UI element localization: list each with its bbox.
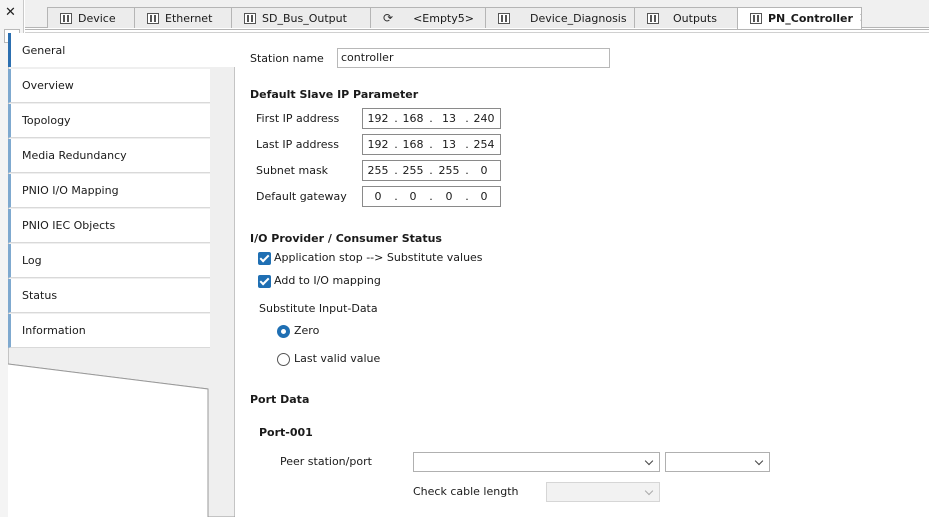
first-ip-field[interactable]: 192 . 168 . 13 . 240 [362,108,501,129]
ip-dot: . [394,190,398,203]
tab-pn-controller[interactable]: PN_Controller ✕ [737,7,862,29]
add-mapping-label: Add to I/O mapping [274,274,381,287]
nav-item-label: General [22,43,66,57]
gateway-label: Default gateway [256,190,347,203]
device-icon [147,12,159,24]
substitute-input-label: Substitute Input-Data [259,302,378,315]
ip-dot: . [429,138,433,151]
ip-dot: . [429,164,433,177]
subnet-field[interactable]: 255 . 255 . 255 . 0 [362,160,501,181]
app-stop-checkbox[interactable] [258,252,271,265]
station-name-label: Station name [250,52,324,65]
nav-item-label: Log [22,254,42,267]
nav-item-label: PNIO I/O Mapping [22,184,119,197]
ip-dot: . [465,138,469,151]
peer-port-select[interactable] [665,452,770,472]
ip-octet: 240 [473,112,495,125]
device-icon [498,12,510,24]
ip-dot: . [429,190,433,203]
add-mapping-checkbox[interactable] [258,275,271,288]
tab-label: Outputs [673,11,717,25]
tab-label: Device [78,11,116,25]
nav-item-label: Topology [22,114,71,127]
radio-zero-label: Zero [294,324,320,337]
port-name: Port-001 [259,426,313,439]
gateway-field[interactable]: 0 . 0 . 0 . 0 [362,186,501,207]
nav-item-label: Information [22,324,86,337]
radio-last-valid-label: Last valid value [294,352,381,365]
io-section-title: I/O Provider / Consumer Status [250,232,442,245]
nav-item-topology[interactable]: Topology [8,104,210,138]
ip-octet: 0 [374,190,382,203]
ip-octet: 168 [402,138,424,151]
device-icon [60,12,72,24]
peer-station-select[interactable] [413,452,660,472]
nav-item-pnio-iec-objects[interactable]: PNIO IEC Objects [8,209,210,243]
bus-icon [244,12,256,24]
ip-octet: 254 [473,138,495,151]
slot-icon: ⟳ [383,11,394,25]
ip-octet: 0 [409,190,417,203]
ip-dot: . [429,112,433,125]
app-stop-label: Application stop --> Substitute values [274,251,483,264]
radio-last-valid[interactable] [277,353,290,366]
bus-icon [647,12,659,24]
ip-octet: 0 [480,164,488,177]
nav-item-information[interactable]: Information [8,314,210,348]
nav-item-status[interactable]: Status [8,279,210,313]
ip-octet: 255 [367,164,389,177]
nav-item-general[interactable]: General [8,33,235,67]
nav-item-label: Status [22,289,58,302]
ip-octet: 0 [480,190,488,203]
ip-dot: . [394,138,398,151]
ip-octet: 255 [402,164,424,177]
ip-dot: . [394,164,398,177]
station-name-input[interactable]: controller [337,48,610,68]
port-section-title: Port Data [250,393,310,406]
tab-sd-bus-output[interactable]: SD_Bus_Output [231,7,381,28]
cable-length-label: Check cable length [413,485,519,498]
ip-octet: 13 [442,138,456,151]
config-side-nav: General Overview Topology Media Redundan… [8,33,235,517]
ip-octet: 192 [367,112,389,125]
tab-empty5[interactable]: ⟳ <Empty5> [370,7,503,28]
tab-label: PN_Controller [768,12,853,25]
tab-label: SD_Bus_Output [262,11,347,25]
last-ip-field[interactable]: 192 . 168 . 13 . 254 [362,134,501,155]
last-ip-label: Last IP address [256,138,339,151]
ip-section-title: Default Slave IP Parameter [250,88,419,101]
nav-item-overview[interactable]: Overview [8,69,210,103]
ip-octet: 192 [367,138,389,151]
ip-octet: 0 [445,190,453,203]
peer-station-label: Peer station/port [280,455,372,468]
nav-item-label: Media Redundancy [22,149,127,162]
cable-length-select[interactable] [546,482,660,502]
ip-dot: . [465,190,469,203]
nav-item-label: Overview [22,79,74,92]
ip-dot: . [394,112,398,125]
tab-label: <Empty5> [413,11,474,25]
close-tab-icon[interactable]: ✕ [859,11,861,26]
tab-device-diagnosis[interactable]: Device_Diagnosis [485,7,635,28]
nav-item-label: PNIO IEC Objects [22,219,116,232]
ip-octet: 255 [438,164,460,177]
tab-outputs[interactable]: Outputs [634,7,745,28]
device-icon [750,13,762,24]
ip-dot: . [465,112,469,125]
first-ip-label: First IP address [256,112,340,125]
ip-octet: 168 [402,112,424,125]
tab-ethernet[interactable]: Ethernet [134,7,238,28]
ip-dot: . [465,164,469,177]
tab-label: Ethernet [165,11,213,25]
nav-item-media-redundancy[interactable]: Media Redundancy [8,139,210,173]
nav-item-pnio-io-mapping[interactable]: PNIO I/O Mapping [8,174,210,208]
ip-octet: 13 [442,112,456,125]
close-icon[interactable]: ✕ [5,5,16,20]
nav-item-log[interactable]: Log [8,244,210,278]
subnet-label: Subnet mask [256,164,329,177]
editor-tab-bar: Device Ethernet SD_Bus_Output ⟳ <Empty5>… [25,0,929,29]
tab-label: Device_Diagnosis [530,11,627,25]
radio-zero[interactable] [277,325,290,338]
